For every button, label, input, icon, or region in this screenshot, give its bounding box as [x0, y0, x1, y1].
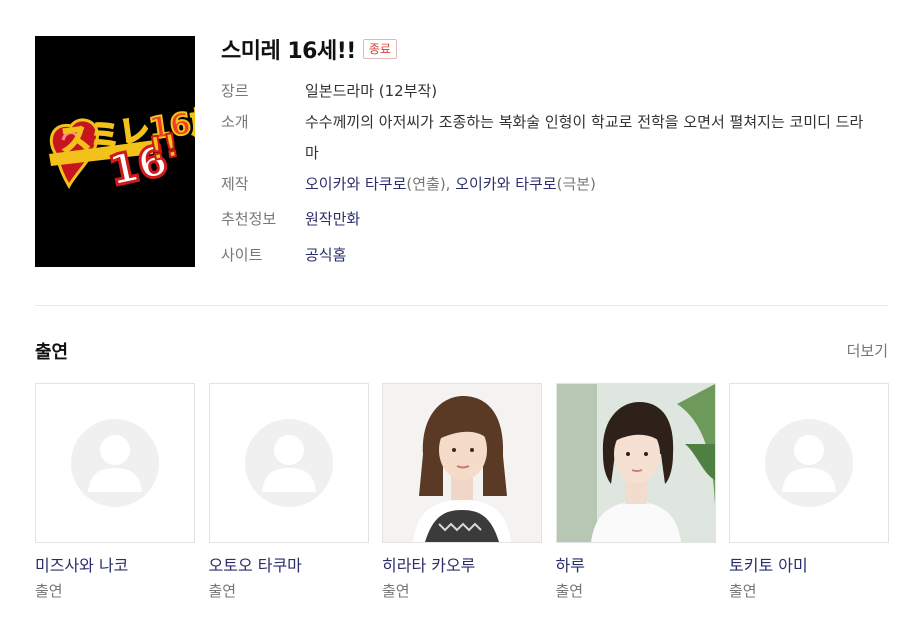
intro-label: 소개 — [221, 113, 249, 131]
director-role: (연출), — [406, 175, 451, 193]
genre-label: 장르 — [221, 82, 249, 100]
title-row: 스미레 16세!! 종료 — [221, 32, 397, 66]
cast-card[interactable]: 토키토 아미 출연 — [729, 383, 889, 601]
cast-role: 출연 — [729, 582, 757, 600]
official-site-link[interactable]: 공식홈 — [305, 238, 346, 272]
portrait-photo — [556, 384, 715, 542]
placeholder-avatar-icon — [244, 419, 333, 507]
cast-photo[interactable] — [382, 383, 542, 543]
cast-photo[interactable] — [555, 383, 716, 543]
cast-role: 출연 — [382, 582, 410, 600]
drama-info: 장르 일본드라마 (12부작) 소개 수수께끼의 아저씨가 조종하는 복화술 인… — [221, 76, 881, 272]
cast-role: 출연 — [35, 582, 63, 600]
info-row-intro: 소개 수수께끼의 아저씨가 조종하는 복화술 인형이 학교로 전학을 오면서 펼… — [221, 107, 881, 169]
status-badge: 종료 — [362, 39, 397, 59]
placeholder-avatar-icon — [765, 419, 853, 507]
site-label: 사이트 — [221, 246, 263, 264]
info-row-genre: 장르 일본드라마 (12부작) — [221, 76, 881, 107]
cast-card[interactable]: 하루 출연 — [555, 383, 716, 601]
info-row-production: 제작 오이카와 타쿠로 (연출), 오이카와 타쿠로 (극본) — [221, 169, 881, 200]
cast-name[interactable]: 오토오 타쿠마 — [209, 555, 369, 577]
portrait-photo — [383, 384, 541, 542]
cast-card[interactable]: 미즈사와 나코 출연 — [35, 383, 195, 601]
cast-card[interactable]: 오토오 타쿠마 출연 — [208, 383, 369, 601]
production-value: 오이카와 타쿠로 (연출), 오이카와 타쿠로 (극본) — [305, 169, 596, 200]
cast-name[interactable]: 미즈사와 나코 — [35, 555, 195, 577]
drama-title: 스미레 16세!! — [221, 39, 356, 64]
cast-name[interactable]: 하루 — [556, 555, 716, 577]
cast-photo[interactable] — [729, 383, 889, 543]
poster-logo-image: スミレ16歳!! 16 !! — [35, 36, 195, 267]
recommend-label: 추천정보 — [221, 210, 277, 228]
info-row-site: 사이트 공식홈 — [221, 238, 881, 272]
director-link[interactable]: 오이카와 타쿠로 — [305, 169, 406, 200]
cast-name[interactable]: 토키토 아미 — [729, 555, 889, 577]
writer-link[interactable]: 오이카와 타쿠로 — [455, 169, 556, 200]
cast-section-title: 출연 — [35, 342, 69, 363]
cast-role: 출연 — [555, 582, 584, 600]
more-link[interactable]: 더보기 — [847, 340, 888, 361]
info-row-recommend: 추천정보 원작만화 — [221, 200, 881, 238]
cast-photo[interactable] — [35, 383, 195, 543]
cast-role: 출연 — [208, 582, 237, 600]
drama-poster[interactable]: スミレ16歳!! 16 !! — [35, 36, 195, 267]
cast-name[interactable]: 히라타 카오루 — [382, 555, 542, 577]
writer-role: (극본) — [556, 175, 596, 193]
intro-value: 수수께끼의 아저씨가 조종하는 복화술 인형이 학교로 전학을 오면서 펼쳐지는… — [305, 113, 864, 162]
cast-list: 미즈사와 나코 출연 오토오 타쿠마 출연 히라타 카오루 출연 하루 출연 토… — [35, 383, 889, 601]
cast-photo[interactable] — [208, 383, 369, 543]
section-divider — [35, 305, 888, 306]
genre-value: 일본드라마 (12부작) — [305, 82, 438, 100]
recommend-link[interactable]: 원작만화 — [305, 200, 360, 238]
cast-card[interactable]: 히라타 카오루 출연 — [382, 383, 542, 601]
placeholder-avatar-icon — [71, 419, 159, 507]
production-label: 제작 — [221, 175, 249, 193]
